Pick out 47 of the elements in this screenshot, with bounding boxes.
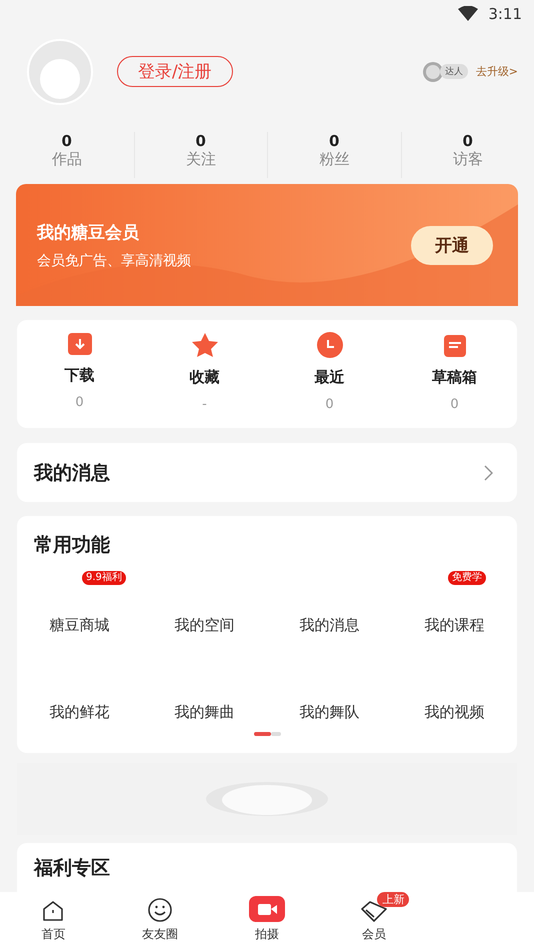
shortcut-label[interactable]: 最近: [314, 368, 344, 387]
function-label[interactable]: 我的消息: [300, 616, 360, 635]
messages-row[interactable]: 我的消息: [17, 443, 517, 502]
nav-label[interactable]: 友友圈: [142, 926, 178, 943]
function-label[interactable]: 我的视频: [424, 703, 484, 722]
chevron-right-icon: [484, 464, 493, 480]
stat-value: 0: [462, 132, 473, 150]
banner-title: 我的糖豆会员: [37, 222, 140, 244]
status-time: 3:11: [488, 5, 522, 23]
shortcut-label[interactable]: 草稿箱: [432, 368, 477, 387]
wifi-icon: [458, 6, 478, 22]
banner-subtitle: 会员免广告、享高清视频: [37, 252, 192, 270]
smile-icon[interactable]: [148, 898, 172, 922]
function-label[interactable]: 我的鲜花: [50, 703, 110, 722]
shortcut-count: 0: [325, 397, 334, 412]
stat-value: 0: [329, 132, 340, 150]
shortcut-count: -: [202, 397, 207, 412]
video-camera-icon[interactable]: [248, 896, 285, 922]
shortcut-label[interactable]: 下载: [64, 366, 94, 385]
nav-label[interactable]: 首页: [41, 926, 66, 943]
nav-label[interactable]: 拍摄: [254, 926, 279, 943]
shortcut-count: 0: [450, 397, 459, 412]
new-badge: 上新: [377, 892, 410, 907]
promo-badge: 免费学: [448, 571, 486, 585]
messages-title: 我的消息: [34, 460, 110, 486]
section-title: 福利专区: [34, 857, 110, 879]
level-badge: 达人: [440, 64, 468, 79]
section-title: 常用功能: [33, 533, 111, 558]
promo-badge: 9.9福利: [82, 571, 126, 585]
drafts-icon[interactable]: [442, 332, 466, 358]
function-label[interactable]: 我的课程: [424, 616, 484, 635]
activate-button[interactable]: 开通: [411, 226, 493, 264]
shortcut-label[interactable]: 收藏: [190, 368, 220, 387]
clock-icon[interactable]: [316, 332, 342, 358]
nav-label[interactable]: 会员: [362, 926, 386, 943]
upgrade-link[interactable]: 去升级>: [476, 64, 518, 79]
function-label[interactable]: 我的舞队: [300, 703, 360, 722]
star-icon[interactable]: [190, 332, 218, 358]
function-label[interactable]: 我的空间: [174, 616, 234, 635]
home-icon[interactable]: [42, 900, 64, 922]
login-register-button[interactable]: 登录/注册: [117, 56, 233, 87]
stat-value: 0: [62, 132, 72, 150]
stat-value: 0: [196, 132, 206, 150]
function-label[interactable]: 糖豆商城: [50, 616, 110, 635]
download-icon[interactable]: [66, 332, 92, 356]
shortcut-count: 0: [75, 395, 84, 410]
function-label[interactable]: 我的舞曲: [174, 703, 234, 722]
